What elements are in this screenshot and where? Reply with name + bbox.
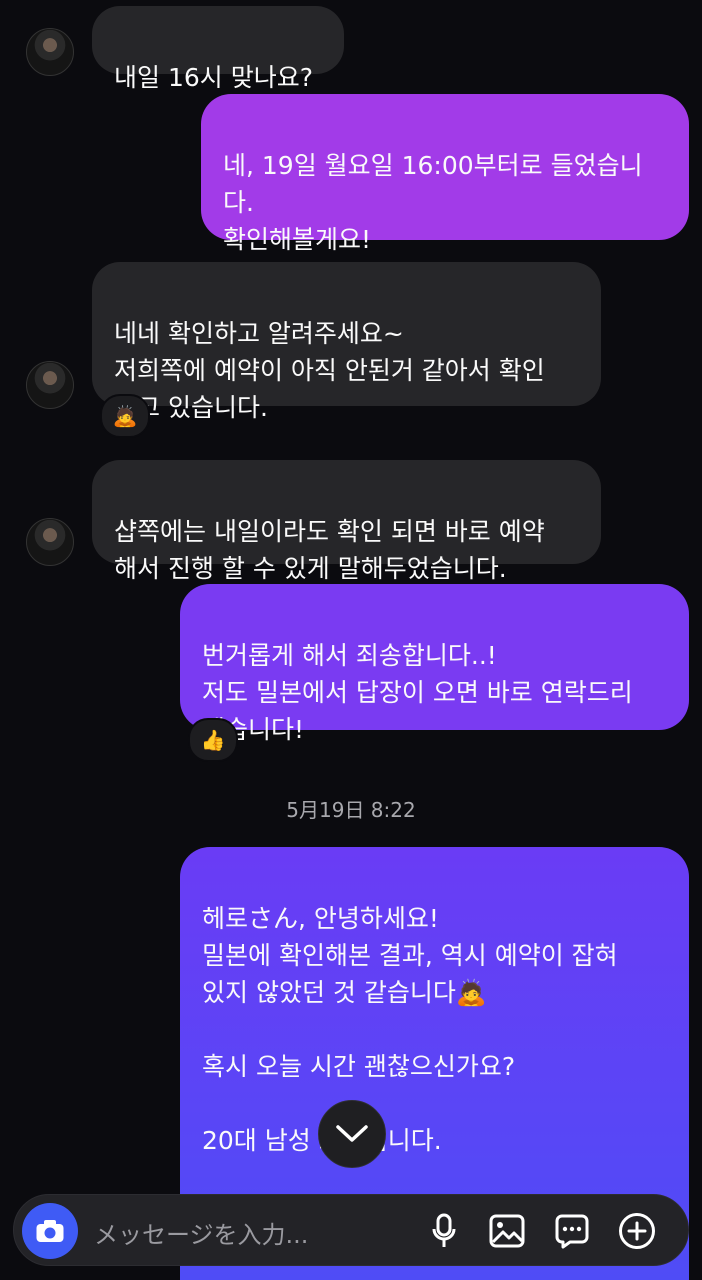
sticker-icon [555, 1214, 589, 1249]
reaction-badge[interactable]: 🙇 [100, 394, 150, 438]
sent-message[interactable]: 번거롭게 해서 죄송합니다..! 저도 밀본에서 답장이 오면 바로 연락드리 … [180, 584, 689, 744]
message-text: 헤로さん, 안녕하세요! 밀본에 확인해본 결과, 역시 예약이 잡혀 있지 않… [202, 904, 618, 1229]
message-composer: メッセージを入力... [13, 1194, 689, 1266]
image-icon [489, 1214, 525, 1248]
reaction-badge[interactable]: 👍 [188, 718, 238, 762]
message-input[interactable]: メッセージを入力... [94, 1215, 308, 1250]
avatar[interactable] [26, 28, 74, 76]
camera-icon [36, 1220, 64, 1242]
gallery-button[interactable] [487, 1211, 527, 1251]
chevron-down-icon [336, 1125, 368, 1142]
received-message[interactable]: 샵쪽에는 내일이라도 확인 되면 바로 예약 해서 진행 할 수 있게 말해두었… [92, 460, 601, 583]
message-text: 번거롭게 해서 죄송합니다..! 저도 밀본에서 답장이 오면 바로 연락드리 … [202, 641, 633, 744]
scroll-down-button[interactable] [318, 1100, 386, 1168]
sticker-button[interactable] [552, 1211, 592, 1251]
message-text: 네, 19일 월요일 16:00부터로 들었습니 다. 확인해볼게요! [223, 151, 643, 254]
add-button[interactable] [617, 1211, 657, 1251]
camera-button[interactable] [22, 1203, 78, 1259]
microphone-icon [432, 1213, 456, 1247]
date-separator: 5月19日 8:22 [286, 798, 416, 822]
plus-icon [619, 1213, 655, 1249]
received-message[interactable]: 내일 16시 맞나요? [92, 6, 344, 92]
avatar[interactable] [26, 361, 74, 409]
avatar[interactable] [26, 518, 74, 566]
message-text: 샵쪽에는 내일이라도 확인 되면 바로 예약 해서 진행 할 수 있게 말해두었… [114, 517, 545, 583]
message-text: 내일 16시 맞나요? [114, 63, 313, 92]
bowing-emoji-icon: 🙇 [112, 404, 138, 428]
microphone-button[interactable] [424, 1211, 464, 1251]
thumbs-up-emoji-icon: 👍 [200, 728, 226, 752]
message-text: 네네 확인하고 알려주세요~ 저희쪽에 예약이 아직 안된거 같아서 확인 하고… [114, 319, 545, 422]
received-message[interactable]: 네네 확인하고 알려주세요~ 저희쪽에 예약이 아직 안된거 같아서 확인 하고… [92, 262, 601, 422]
sent-message[interactable]: 네, 19일 월요일 16:00부터로 들었습니 다. 확인해볼게요! [201, 94, 689, 254]
